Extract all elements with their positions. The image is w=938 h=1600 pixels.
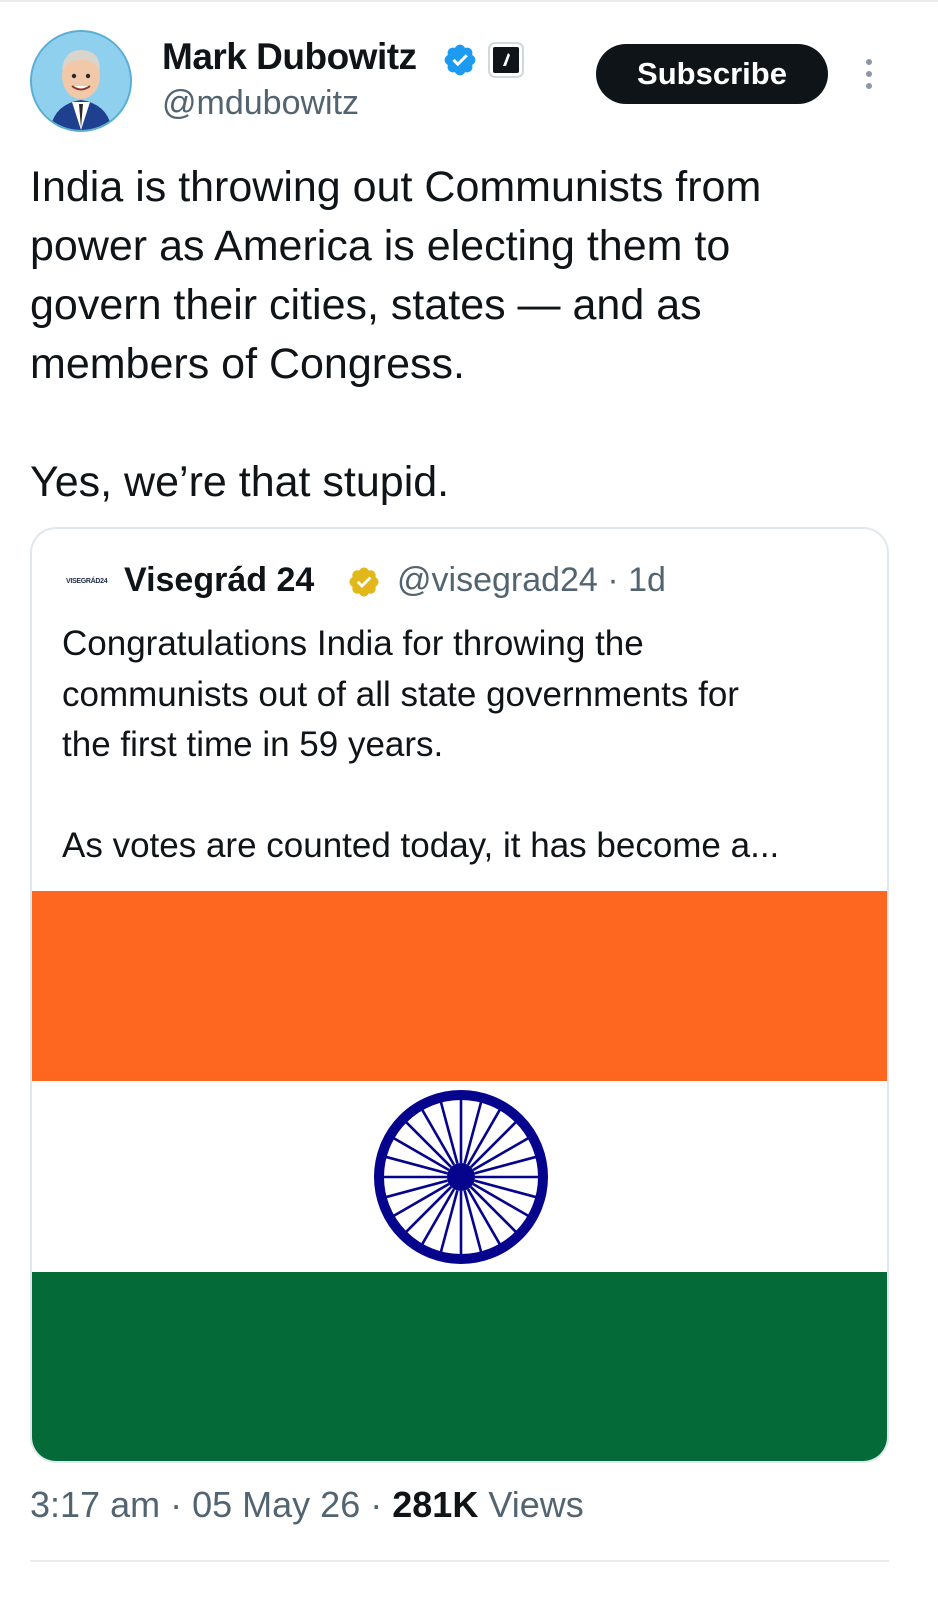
- gold-verified-badge-icon: [349, 567, 379, 597]
- views-label: Views: [488, 1484, 584, 1525]
- more-options-icon[interactable]: [860, 56, 878, 92]
- quoted-avatar-logo: VISEGRÁD24: [66, 578, 108, 585]
- tweet-text: India is throwing out Communists from po…: [30, 163, 762, 506]
- tweet-time: 3:17 am: [30, 1484, 161, 1525]
- quoted-text: Congratulations India for throwing the c…: [62, 624, 780, 865]
- chakra-spoke: [469, 1185, 518, 1234]
- chakra-spoke: [404, 1185, 453, 1234]
- tweet-date: 05 May 26: [192, 1484, 361, 1525]
- quoted-meta: @visegrad24 · 1d: [397, 561, 666, 600]
- ashoka-chakra: [374, 1090, 548, 1264]
- quoted-separator: ·: [607, 561, 619, 599]
- quoted-author-name: Visegrád 24: [124, 561, 315, 599]
- footer-sep-1: ·: [170, 1484, 183, 1525]
- avatar[interactable]: [30, 30, 132, 132]
- quoted-media-image[interactable]: [32, 891, 887, 1461]
- author-handle[interactable]: @mdubowitz: [162, 84, 359, 123]
- subscribe-button[interactable]: Subscribe: [596, 44, 828, 104]
- affiliate-badge-icon: [488, 42, 524, 78]
- views-count: 281K: [392, 1484, 479, 1525]
- flag-saffron-stripe: [32, 891, 887, 1081]
- quoted-age: 1d: [628, 561, 666, 599]
- flag-green-stripe: [32, 1272, 887, 1461]
- footer-sep-2: ·: [370, 1484, 383, 1525]
- quoted-tweet-card[interactable]: VISEGRÁD24 Visegrád 24 @visegrad24 · 1d …: [30, 527, 889, 1463]
- bottom-divider: [30, 1560, 889, 1562]
- verified-badge-icon: [444, 44, 476, 76]
- chakra-spoke: [404, 1120, 453, 1169]
- chakra-spoke: [469, 1120, 518, 1169]
- tweet-timestamp[interactable]: 3:17 am · 05 May 26 · 281K Views: [30, 1484, 584, 1526]
- top-divider: [0, 0, 938, 2]
- author-name[interactable]: Mark Dubowitz: [162, 36, 417, 78]
- quoted-handle: @visegrad24: [397, 561, 598, 599]
